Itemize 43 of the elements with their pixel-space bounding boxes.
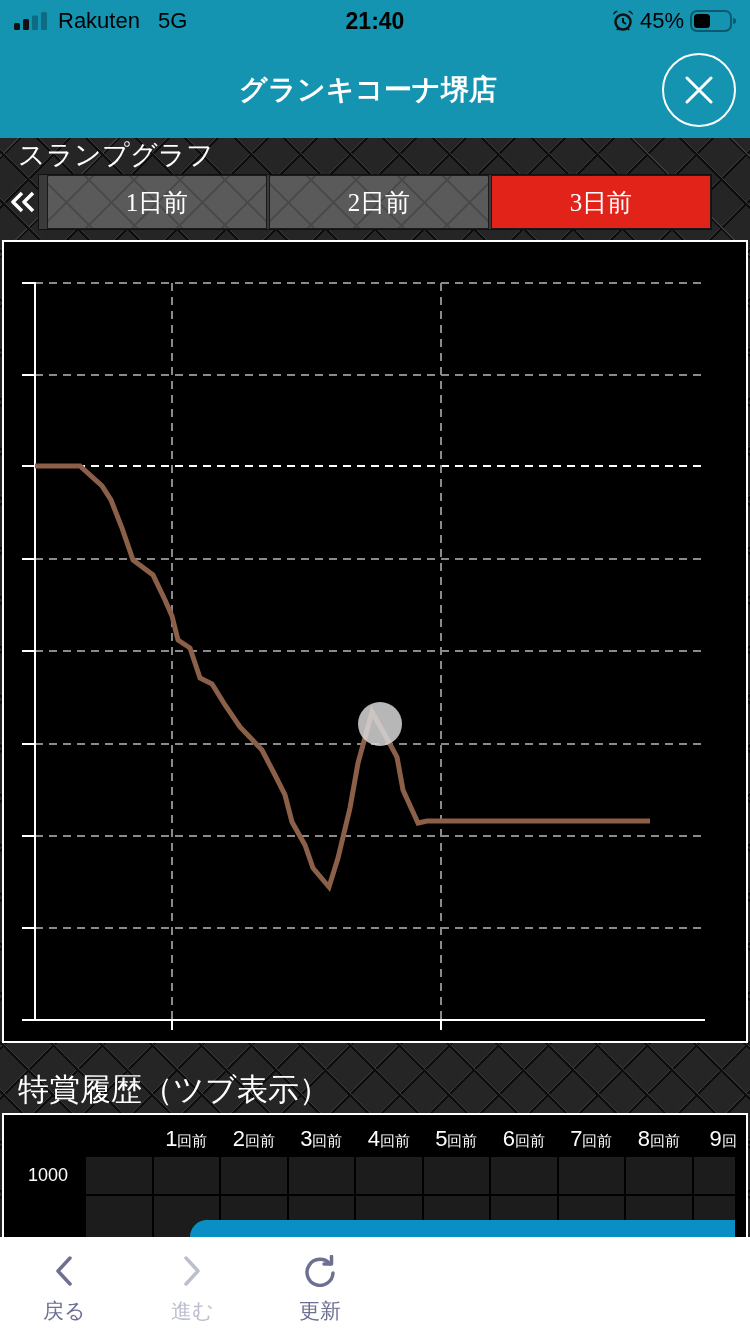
carrier-name: Rakuten <box>58 8 140 34</box>
grid-cell <box>221 1157 287 1194</box>
marker-icon <box>358 702 402 746</box>
close-icon <box>685 76 713 104</box>
store-title: グランキコーナ堺店 <box>239 73 497 107</box>
grid-cell <box>491 1157 557 1194</box>
grid-cell <box>558 1157 624 1194</box>
battery-percent: 45% <box>639 8 684 34</box>
network-type: 5G <box>157 8 188 34</box>
row-label: 1000 <box>26 1165 68 1186</box>
column-header: 1回前 <box>165 1125 208 1152</box>
day-tab[interactable]: 2日前 <box>269 175 489 229</box>
column-header: 5回前 <box>435 1125 478 1152</box>
column-header: 4回前 <box>367 1125 410 1152</box>
day-tab[interactable]: 3日前 <box>491 175 711 229</box>
reload-button[interactable]: 更新 <box>256 1237 384 1334</box>
column-header: 2回前 <box>232 1125 275 1152</box>
reload-icon <box>303 1255 337 1287</box>
section-title: 特賞履歴（ツブ表示） <box>18 1073 330 1107</box>
signal-icon <box>14 12 48 30</box>
clock-time: 21:40 <box>345 7 405 35</box>
column-header: 9回 <box>708 1125 737 1152</box>
grid-cell <box>423 1157 489 1194</box>
column-header: 8回前 <box>637 1125 680 1152</box>
grid-cell <box>86 1157 152 1194</box>
column-header: 3回前 <box>300 1125 343 1152</box>
grid-cell <box>153 1157 219 1194</box>
grid-cell <box>693 1157 735 1194</box>
grid-cell <box>356 1157 422 1194</box>
column-header: 6回前 <box>502 1125 545 1152</box>
battery-icon <box>690 10 736 32</box>
back-button[interactable]: 戻る <box>0 1237 128 1334</box>
column-header: 7回前 <box>570 1125 613 1152</box>
chevron-left-icon <box>54 1255 74 1287</box>
grid-cell <box>288 1157 354 1194</box>
grid-cell <box>86 1196 152 1237</box>
section-title: スランプグラフ <box>17 140 214 170</box>
double-chevron-left-icon[interactable] <box>11 191 35 213</box>
chevron-right-icon <box>182 1255 202 1287</box>
day-tab[interactable]: 1日前 <box>47 175 267 229</box>
close-button[interactable] <box>662 53 736 127</box>
alarm-icon <box>611 10 634 32</box>
grid-cell <box>626 1157 692 1194</box>
